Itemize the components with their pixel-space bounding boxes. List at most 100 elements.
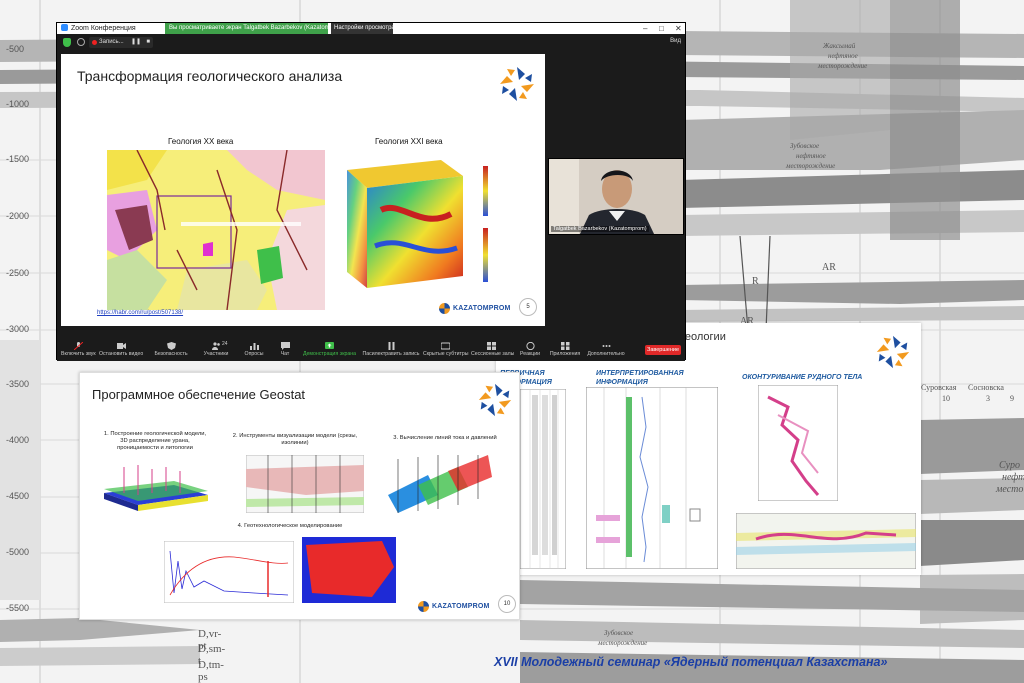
ore-body-plan xyxy=(758,385,838,501)
breakout-rooms-button[interactable]: Сессионные залы xyxy=(471,342,514,357)
chat-icon xyxy=(280,342,290,350)
map-label: R xyxy=(752,276,759,287)
security-button[interactable]: Безопасность xyxy=(153,342,189,357)
slide-geology-transformation: Трансформация геологического анализа Гео… xyxy=(61,54,545,326)
stop-recording-icon[interactable]: ■ xyxy=(146,37,150,48)
map-label: нефт xyxy=(1002,472,1024,483)
map-label: Сосновска xyxy=(968,383,1004,392)
geotech-map xyxy=(302,537,396,603)
map-label: 9 xyxy=(1010,394,1014,403)
step-geotech-modeling: 4. Геотехнологическое моделирование xyxy=(237,523,343,529)
map-label: место xyxy=(996,484,1024,495)
smiley-icon xyxy=(525,342,535,350)
zoom-app-icon xyxy=(61,24,68,31)
map-label: Зубовское xyxy=(604,629,634,637)
flow-lines-image xyxy=(388,455,492,513)
reactions-button[interactable]: Реакции xyxy=(517,342,543,357)
map-label: нефтяное xyxy=(796,152,826,160)
kazatomprom-logo xyxy=(876,335,910,369)
heading-interpreted-info: ИНТЕРПРЕТИРОВАННАЯ ИНФОРМАЦИЯ xyxy=(596,370,684,386)
geological-model-21st-century xyxy=(347,160,463,288)
slide2-title: Программное обеспечение Geostat xyxy=(92,387,306,402)
polls-button[interactable]: Опросы xyxy=(241,342,267,357)
map-label: Суро xyxy=(999,460,1020,471)
apps-icon xyxy=(560,342,569,350)
close-icon[interactable]: ✕ xyxy=(675,23,682,34)
source-link[interactable]: https://habr.com/ru/post/507138/ xyxy=(97,310,183,316)
shield-icon xyxy=(166,342,176,350)
pause-icon xyxy=(388,342,394,350)
map-label: Зубовское xyxy=(790,142,820,150)
recording-bar: Запись... ❚❚ ■ Вид xyxy=(57,34,685,51)
depth-label: -1000 xyxy=(6,99,30,109)
depth-label: -2000 xyxy=(6,211,30,221)
stop-video-button[interactable]: Остановить видео xyxy=(99,342,143,357)
depth-label: -4500 xyxy=(6,491,30,501)
chat-button[interactable]: Чат xyxy=(275,342,295,357)
depth-label: -2500 xyxy=(6,268,30,278)
maximize-icon[interactable]: □ xyxy=(659,23,664,34)
seminar-footer-title: XVII Молодежный семинар «Ядерный потенци… xyxy=(494,655,888,669)
pause-recording-icon[interactable]: ❚❚ xyxy=(131,37,141,48)
caption-20th-century: Геология XX века xyxy=(168,137,234,146)
closed-captions-button[interactable]: Скрытые субтитры xyxy=(423,342,469,357)
heading-ore-contouring: ОКОНТУРИВАНИЕ РУДНОГО ТЕЛА xyxy=(742,374,863,381)
participant-avatar xyxy=(549,159,683,234)
recording-label: Запись... xyxy=(99,39,124,45)
camera-icon xyxy=(116,343,126,349)
depth-label: -500 xyxy=(6,44,25,54)
slide-page-number: 10 xyxy=(498,595,516,613)
depth-label: -1500 xyxy=(6,154,30,164)
geological-model-3d-image xyxy=(104,465,208,511)
microphone-muted-icon xyxy=(73,342,83,350)
kazatomprom-logo xyxy=(478,383,512,417)
share-screen-button[interactable]: Демонстрация экрана xyxy=(303,342,356,357)
minimize-icon[interactable]: – xyxy=(643,23,647,34)
participants-icon xyxy=(211,342,220,350)
zoom-toolbar: Включить звук Остановить видео Безопасно… xyxy=(57,339,685,361)
caption-21st-century: Геология XXI века xyxy=(375,137,443,146)
screen-share-banner: Вы просматриваете экран Talgatbek Bazarb… xyxy=(165,23,328,34)
geological-map-20th-century xyxy=(107,150,325,310)
map-label: 3 xyxy=(986,394,990,403)
kazatomprom-logo xyxy=(500,67,534,101)
map-label: AR xyxy=(822,262,836,273)
step-geological-model: 1. Построение геологической модели, 3D р… xyxy=(103,431,207,451)
zoom-window: Zoom Конференция Вы просматриваете экран… xyxy=(56,22,686,361)
depth-label: -3000 xyxy=(6,324,30,334)
view-options-button[interactable]: Настройки просмотра xyxy=(331,23,395,34)
ore-body-section xyxy=(736,513,916,569)
encryption-shield-icon xyxy=(63,38,71,47)
info-icon[interactable] xyxy=(77,38,85,46)
kazatomprom-mark-icon xyxy=(439,302,450,314)
pause-recording-button[interactable]: Пасилектравить запись xyxy=(361,342,421,357)
kazatomprom-mark-icon xyxy=(418,600,429,612)
step-visualization-tools: 2. Инструменты визуализации модели (срез… xyxy=(232,433,358,446)
map-label: месторождение xyxy=(786,162,836,170)
depth-label: -5000 xyxy=(6,547,30,557)
slide-page-number: 5 xyxy=(519,298,537,316)
map-label: Суровская xyxy=(921,383,957,392)
zoom-window-title: Zoom Конференция xyxy=(71,25,136,32)
map-label: D,tm-ps xyxy=(198,659,224,683)
depth-label: -3500 xyxy=(6,379,30,389)
geotech-chart xyxy=(164,541,294,603)
kazatomprom-wordmark: KAZATOMPROM xyxy=(418,599,490,613)
participant-video[interactable]: Talgatbek Bazarbekov (Kazatomprom) xyxy=(548,158,684,235)
map-label: 10 xyxy=(942,394,950,403)
map-label: нефтяное xyxy=(828,52,858,60)
primary-data-table xyxy=(520,389,566,569)
participant-name: Talgatbek Bazarbekov (Kazatomprom) xyxy=(551,226,649,232)
apps-button[interactable]: Приложения xyxy=(547,342,583,357)
view-menu-button[interactable]: Вид xyxy=(670,38,681,44)
end-meeting-button[interactable]: Завершение xyxy=(645,345,681,355)
recording-indicator: Запись... ❚❚ ■ xyxy=(89,37,153,48)
color-scale-bar xyxy=(483,166,488,282)
map-label: месторождение xyxy=(598,639,648,647)
slide1-title: Трансформация геологического анализа xyxy=(77,68,343,84)
unmute-button[interactable]: Включить звук xyxy=(61,342,96,357)
more-button[interactable]: Дополнительно xyxy=(585,342,627,357)
more-dots-icon xyxy=(602,345,610,347)
model-slice-image xyxy=(246,455,364,513)
breakout-rooms-icon xyxy=(486,342,496,350)
